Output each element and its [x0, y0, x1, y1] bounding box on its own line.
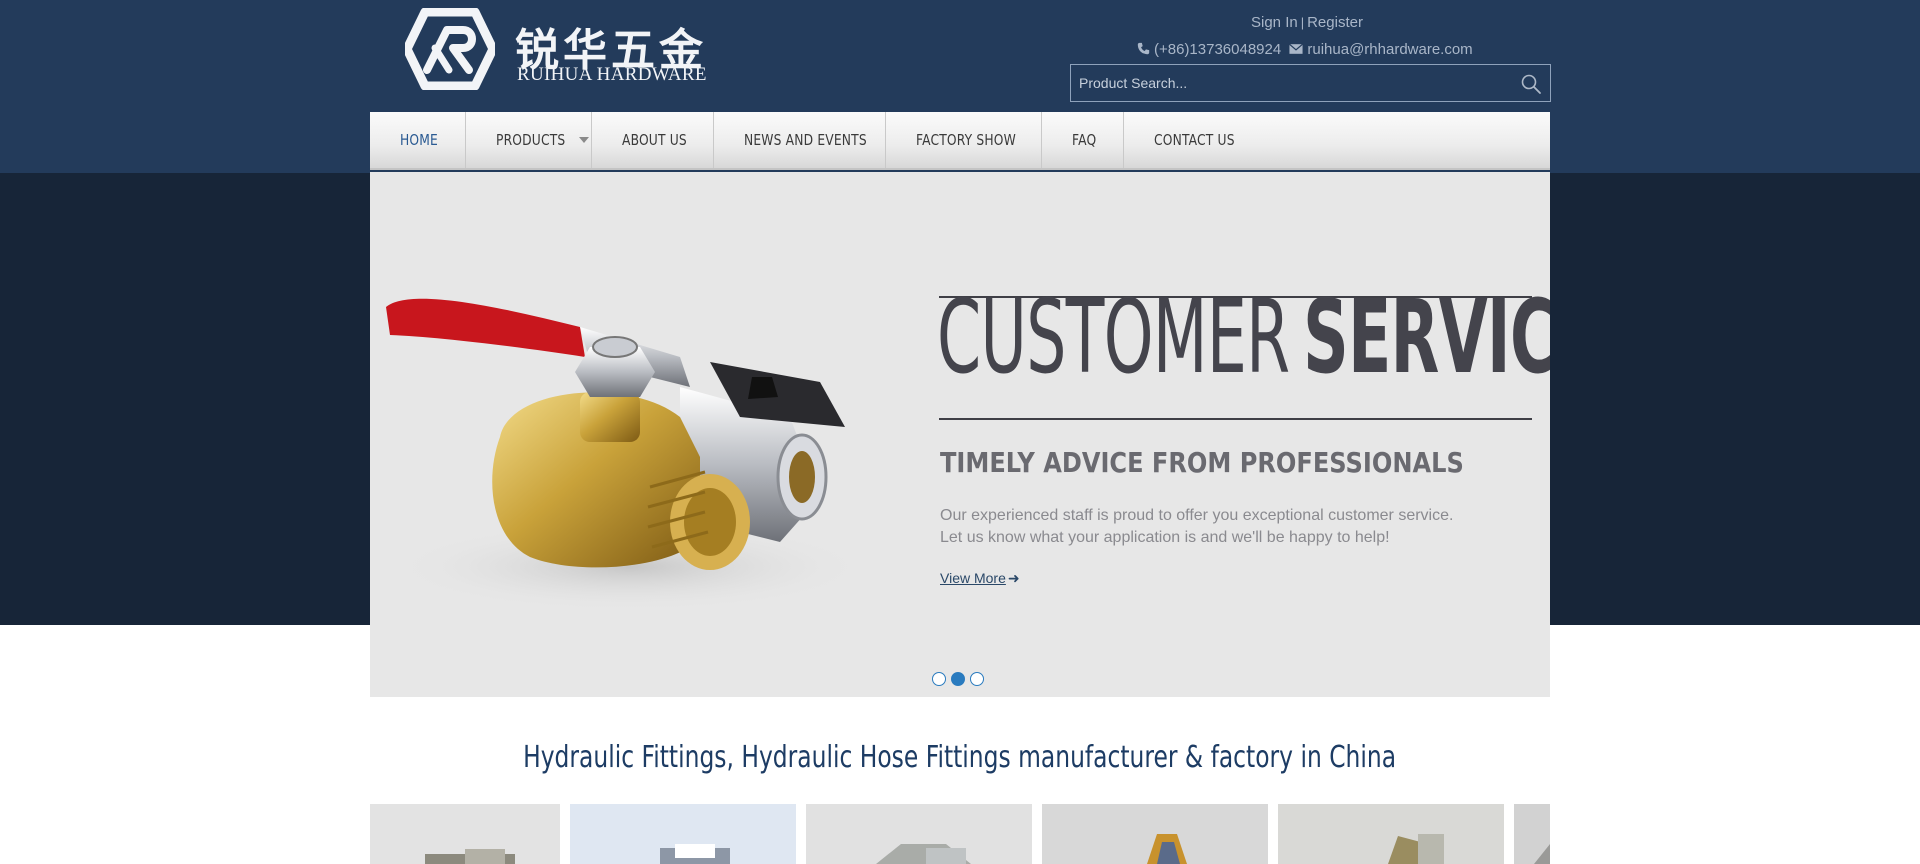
- hero-title-light: CUSTOMER: [937, 278, 1290, 397]
- section-heading: Hydraulic Fittings, Hydraulic Hose Fitti…: [523, 740, 1397, 775]
- fitting-image: [876, 844, 971, 864]
- arrow-right-icon: ➜: [1007, 570, 1020, 586]
- nav-item-products[interactable]: PRODUCTS: [466, 112, 592, 168]
- fitting-image: [660, 844, 730, 864]
- fitting-image: [425, 849, 515, 864]
- site-logo[interactable]: 锐华五金 RUIHUA HARDWARE: [405, 8, 715, 90]
- phone-number: (+86)13736048924: [1154, 41, 1282, 58]
- hero-description: Our experienced staff is proud to offer …: [940, 505, 1500, 549]
- product-search: [1070, 64, 1551, 102]
- product-thumbnail[interactable]: [370, 804, 560, 864]
- main-navigation: HOME PRODUCTS ABOUT US NEWS AND EVENTS F…: [370, 112, 1550, 170]
- slider-dot-3[interactable]: [970, 672, 984, 686]
- product-thumbnail[interactable]: [1514, 804, 1550, 864]
- nav-item-contact-us[interactable]: CONTACT US: [1124, 112, 1256, 168]
- phone-icon: [1137, 42, 1150, 55]
- nav-item-faq[interactable]: FAQ: [1042, 112, 1124, 168]
- product-thumbnail[interactable]: [570, 804, 796, 864]
- ruihua-logo-icon: [405, 8, 495, 90]
- sign-in-link[interactable]: Sign In: [1251, 14, 1298, 31]
- nav-item-factory-show[interactable]: FACTORY SHOW: [886, 112, 1042, 168]
- product-thumbnail[interactable]: [1042, 804, 1268, 864]
- fitting-image: [1388, 834, 1444, 864]
- hero-description-line-1: Our experienced staff is proud to offer …: [940, 507, 1454, 524]
- slider-pagination: [932, 672, 984, 686]
- email-link[interactable]: ruihua@rhhardware.com: [1307, 41, 1472, 58]
- hero-bottom-rule: [939, 418, 1532, 420]
- product-thumbnail[interactable]: [806, 804, 1032, 864]
- nav-item-about-us[interactable]: ABOUT US: [592, 112, 714, 168]
- ball-valve-image: [386, 298, 870, 612]
- hero-subtitle: TIMELY ADVICE FROM PROFESSIONALS: [940, 446, 1464, 479]
- slider-dot-1[interactable]: [932, 672, 946, 686]
- hero-title: CUSTOMERSERVICE: [937, 287, 1550, 389]
- logo-english-name: RUIHUA HARDWARE: [517, 64, 707, 85]
- envelope-icon: [1289, 43, 1304, 54]
- hero-slider: CUSTOMERSERVICE TIMELY ADVICE FROM PROFE…: [370, 172, 1550, 697]
- nav-item-news-and-events[interactable]: NEWS AND EVENTS: [714, 112, 886, 168]
- hero-title-bold: SERVICE: [1303, 278, 1550, 397]
- search-input[interactable]: [1071, 65, 1501, 101]
- slider-dot-2[interactable]: [951, 672, 965, 686]
- fitting-image: [1147, 834, 1187, 864]
- contact-info: (+86)13736048924 ruihua@rhhardware.com: [1137, 41, 1473, 58]
- chevron-down-icon: [578, 137, 589, 143]
- register-link[interactable]: Register: [1307, 14, 1363, 31]
- fitting-image: [1534, 844, 1550, 864]
- hero-description-line-2: Let us know what your application is and…: [940, 529, 1390, 546]
- view-more-link[interactable]: View More ➜: [940, 570, 1020, 587]
- nav-item-home[interactable]: HOME: [370, 112, 466, 168]
- product-thumbnail[interactable]: [1278, 804, 1504, 864]
- auth-separator: |: [1300, 15, 1305, 30]
- search-icon[interactable]: [1520, 73, 1542, 95]
- auth-links: Sign In | Register: [1251, 14, 1363, 31]
